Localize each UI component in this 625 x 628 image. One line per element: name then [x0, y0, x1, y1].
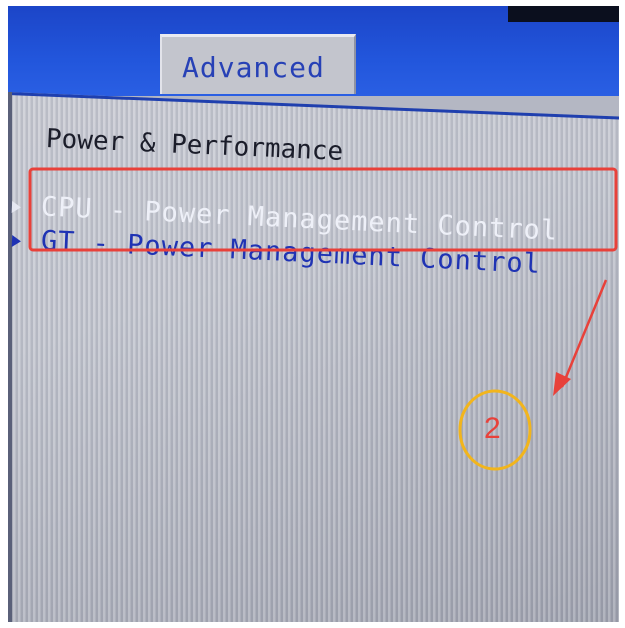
- annotation-arrow-shaft: [560, 279, 608, 388]
- step-number-label: 2: [484, 412, 501, 445]
- highlight-box: [28, 167, 618, 252]
- annotation-layer: [28, 167, 618, 471]
- annotation-arrow-head: [553, 372, 571, 396]
